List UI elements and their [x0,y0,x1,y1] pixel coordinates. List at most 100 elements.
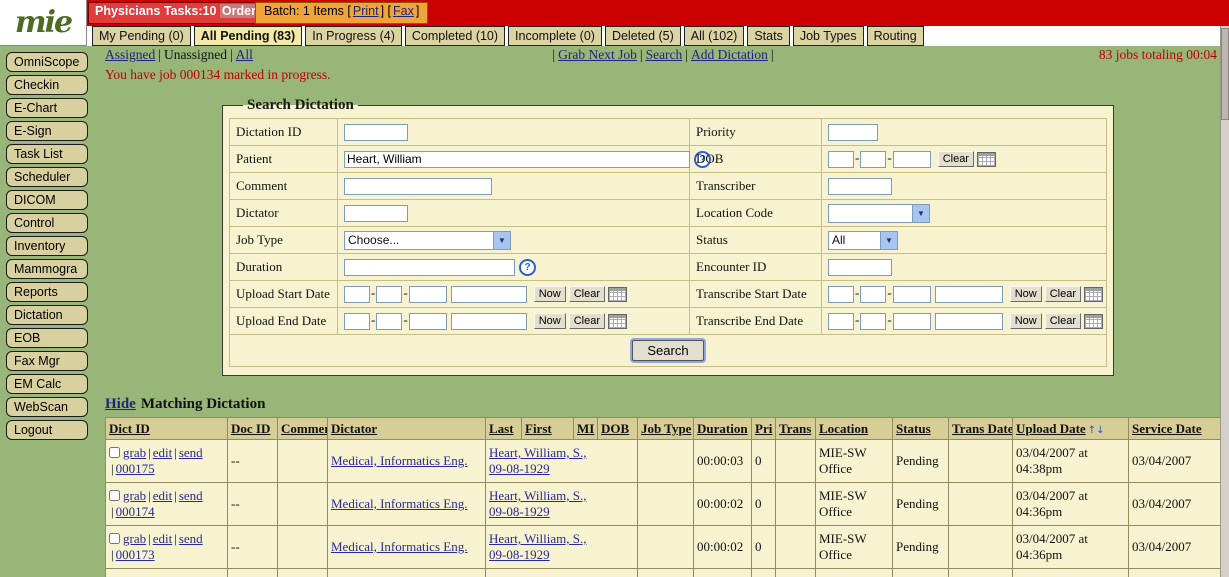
patient-input[interactable] [344,151,690,168]
calendar-icon[interactable] [977,152,996,167]
edit-link[interactable]: edit [153,531,173,546]
duration-input[interactable] [344,259,515,276]
transcribe-start-clear-button[interactable]: Clear [1045,286,1081,302]
dict-id-link[interactable]: 000175 [116,461,155,476]
transcribe-end-month-input[interactable] [828,313,854,330]
tab-my-pending[interactable]: My Pending (0) [92,26,191,46]
upload-start-day-input[interactable] [376,286,402,303]
col-job-type[interactable]: Job Type [641,421,691,436]
sidebar-item-em-calc[interactable]: EM Calc [6,374,88,394]
transcribe-end-year-input[interactable] [893,313,931,330]
edit-link[interactable]: edit [153,488,173,503]
tab-all-pending[interactable]: All Pending (83) [194,26,302,46]
col-trans[interactable]: Trans [779,421,811,436]
col-upload-date[interactable]: Upload Date [1016,421,1086,436]
transcribe-end-clear-button[interactable]: Clear [1045,313,1081,329]
col-mi[interactable]: MI [577,421,594,436]
patient-link[interactable]: Heart, William, S.,09-08-1929 [489,488,634,520]
sort-icon[interactable]: ↑↓ [1088,425,1105,436]
col-first[interactable]: First [525,421,552,436]
upload-start-month-input[interactable] [344,286,370,303]
patient-link[interactable]: Heart, William, S.,09-08-1929 [489,531,634,563]
sidebar-item-logout[interactable]: Logout [6,420,88,440]
sidebar-item-scheduler[interactable]: Scheduler [6,167,88,187]
dob-day-input[interactable] [860,151,886,168]
dob-clear-button[interactable]: Clear [938,151,974,167]
transcribe-end-day-input[interactable] [860,313,886,330]
col-dict-id[interactable]: Dict ID [109,421,150,436]
fax-link[interactable]: Fax [393,4,414,18]
mie-logo[interactable]: mie [0,0,87,46]
upload-end-year-input[interactable] [409,313,447,330]
dictator-input[interactable] [344,205,408,222]
upload-end-time-input[interactable] [451,313,527,330]
upload-end-month-input[interactable] [344,313,370,330]
patient-link[interactable]: Heart, William, S.,09-08-1929 [489,445,634,477]
transcribe-start-month-input[interactable] [828,286,854,303]
calendar-icon[interactable] [1084,314,1103,329]
col-last[interactable]: Last [489,421,514,436]
calendar-icon[interactable] [1084,287,1103,302]
tasks-count[interactable]: Tasks:10 [164,4,217,18]
sidebar-item-reports[interactable]: Reports [6,282,88,302]
transcribe-end-time-input[interactable] [935,313,1003,330]
transcribe-end-now-button[interactable]: Now [1010,313,1042,329]
col-trans-date[interactable]: Trans Date [952,421,1013,436]
col-pri[interactable]: Pri [755,421,772,436]
edit-link[interactable]: edit [153,445,173,460]
row-checkbox[interactable] [109,490,120,501]
comment-input[interactable] [344,178,492,195]
scrollbar-thumb[interactable] [1221,28,1229,120]
col-service-date[interactable]: Service Date [1132,421,1202,436]
row-checkbox[interactable] [109,533,120,544]
col-comment[interactable]: Comment [281,421,328,436]
upload-start-time-input[interactable] [451,286,527,303]
dict-id-link[interactable]: 000173 [116,547,155,562]
grab-next-job-link[interactable]: Grab Next Job [558,47,637,62]
send-link[interactable]: send [179,445,203,460]
col-status[interactable]: Status [896,421,931,436]
sidebar-item-fax-mgr[interactable]: Fax Mgr [6,351,88,371]
search-button[interactable]: Search [632,340,703,361]
col-dictator[interactable]: Dictator [331,421,377,436]
help-icon[interactable]: ? [519,259,536,276]
sidebar-item-task-list[interactable]: Task List [6,144,88,164]
dictator-link[interactable]: Medical, Informatics Eng. [331,539,467,554]
upload-start-clear-button[interactable]: Clear [569,286,605,302]
sidebar-item-esign[interactable]: E-Sign [6,121,88,141]
dictator-link[interactable]: Medical, Informatics Eng. [331,453,467,468]
tab-in-progress[interactable]: In Progress (4) [305,26,402,46]
sidebar-item-omniscope[interactable]: OmniScope [6,52,88,72]
transcriber-input[interactable] [828,178,892,195]
calendar-icon[interactable] [608,314,627,329]
upload-start-year-input[interactable] [409,286,447,303]
dictation-id-input[interactable] [344,124,408,141]
vertical-scrollbar[interactable] [1220,26,1229,577]
sidebar-item-control[interactable]: Control [6,213,88,233]
dict-id-link[interactable]: 000174 [116,504,155,519]
row-checkbox[interactable] [109,447,120,458]
col-doc-id[interactable]: Doc ID [231,421,270,436]
tab-deleted[interactable]: Deleted (5) [605,26,681,46]
dob-year-input[interactable] [893,151,931,168]
sidebar-item-eob[interactable]: EOB [6,328,88,348]
encounter-id-input[interactable] [828,259,892,276]
transcribe-start-day-input[interactable] [860,286,886,303]
upload-end-now-button[interactable]: Now [534,313,566,329]
transcribe-start-year-input[interactable] [893,286,931,303]
tab-all[interactable]: All (102) [684,26,745,46]
search-link[interactable]: Search [646,47,683,62]
status-select[interactable]: All▼ [828,231,898,250]
transcribe-start-now-button[interactable]: Now [1010,286,1042,302]
upload-start-now-button[interactable]: Now [534,286,566,302]
tab-routing[interactable]: Routing [867,26,924,46]
dictator-link[interactable]: Medical, Informatics Eng. [331,496,467,511]
print-link[interactable]: Print [353,4,379,18]
send-link[interactable]: send [179,488,203,503]
sidebar-item-inventory[interactable]: Inventory [6,236,88,256]
col-dob[interactable]: DOB [601,421,629,436]
send-link[interactable]: send [179,531,203,546]
sidebar-item-dictation[interactable]: Dictation [6,305,88,325]
sidebar-item-checkin[interactable]: Checkin [6,75,88,95]
sidebar-item-webscan[interactable]: WebScan [6,397,88,417]
